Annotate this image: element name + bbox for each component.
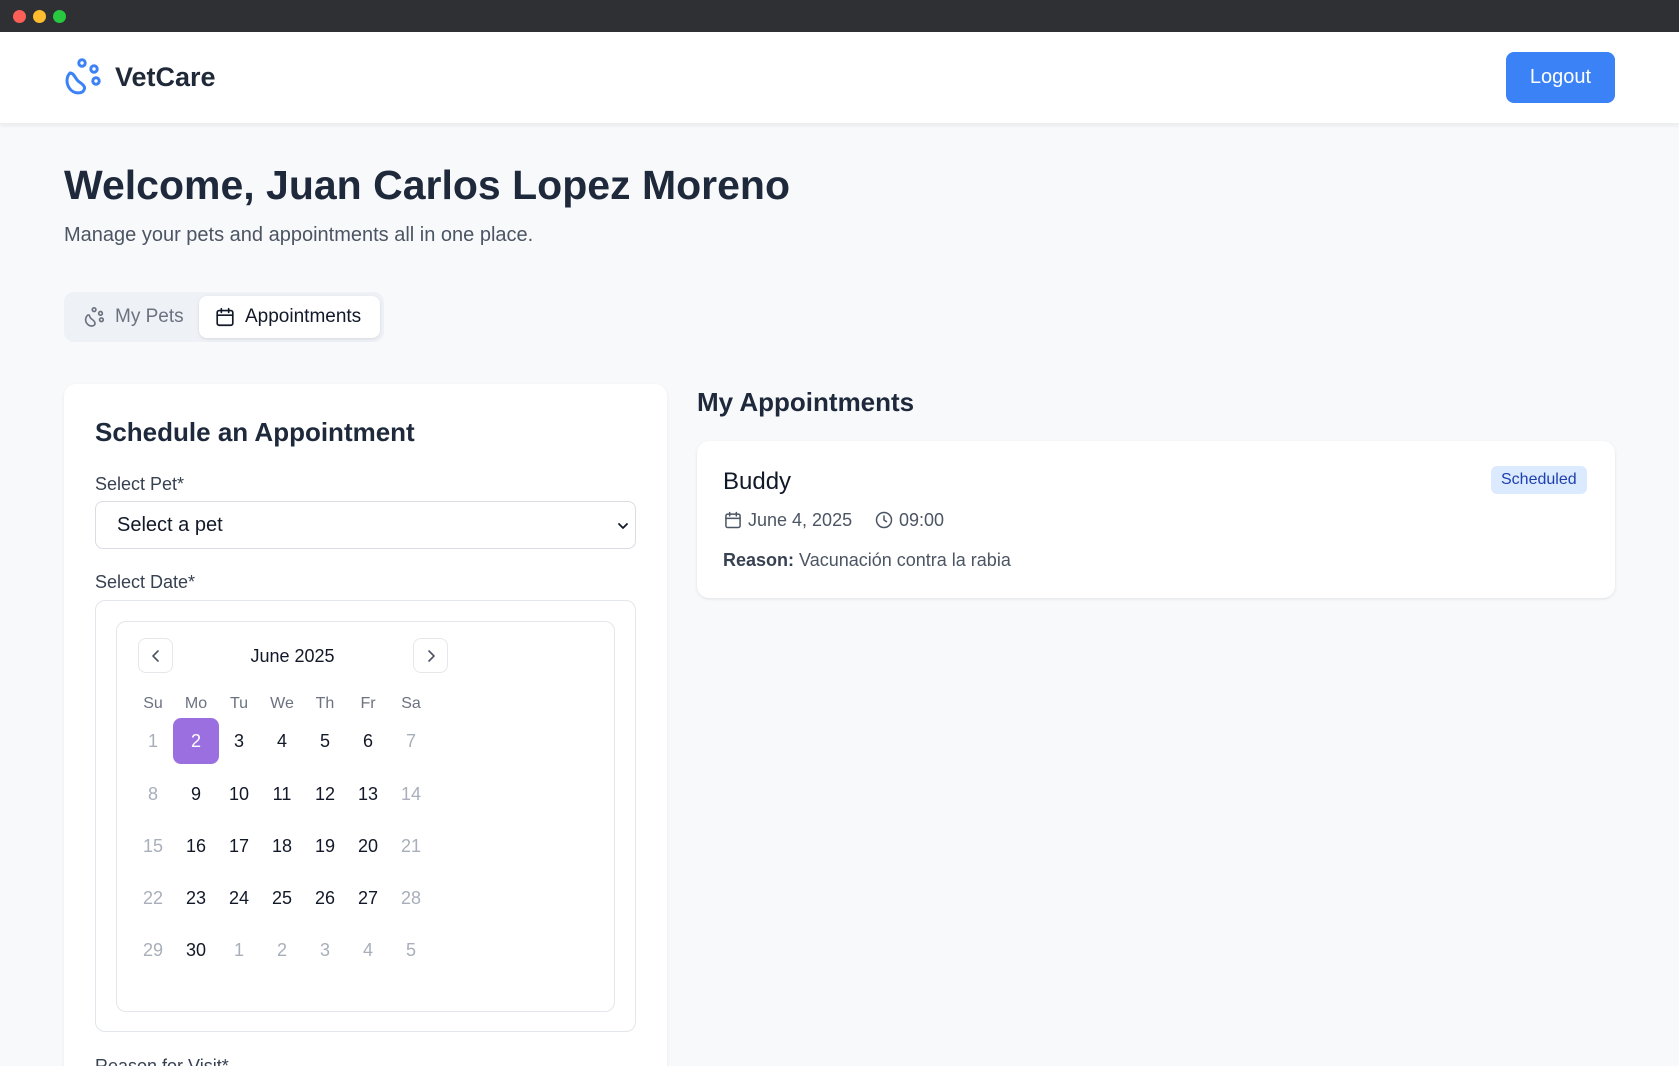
calendar-day[interactable]: 4 <box>345 927 391 973</box>
calendar-day[interactable]: 5 <box>302 718 348 764</box>
window-minimize-button[interactable] <box>33 10 46 23</box>
calendar-day[interactable]: 4 <box>259 718 305 764</box>
window-close-button[interactable] <box>13 10 26 23</box>
tab-bar: My Pets Appointments <box>64 292 384 342</box>
weekday-header: Sa <box>401 695 421 712</box>
weekday-header: We <box>270 695 294 712</box>
calendar-day[interactable]: 28 <box>388 875 434 921</box>
calendar-day[interactable]: 8 <box>130 771 176 817</box>
calendar-day[interactable]: 18 <box>259 823 305 869</box>
tab-label: My Pets <box>115 306 184 327</box>
tab-my-pets[interactable]: My Pets <box>84 296 184 338</box>
previous-month-button[interactable] <box>138 638 173 673</box>
brand-name: VetCare <box>115 61 216 92</box>
calendar-day[interactable]: 27 <box>345 875 391 921</box>
calendar-day[interactable]: 9 <box>173 771 219 817</box>
paw-icon <box>84 307 105 327</box>
calendar-day[interactable]: 23 <box>173 875 219 921</box>
chevron-right-icon <box>427 649 435 662</box>
calendar-day[interactable]: 22 <box>130 875 176 921</box>
select-date-label: Select Date* <box>95 572 196 592</box>
weekday-header: Mo <box>184 695 208 712</box>
chevron-down-icon <box>618 523 628 529</box>
calendar-day[interactable]: 1 <box>216 927 262 973</box>
weekday-header: Th <box>315 695 335 712</box>
page-subtitle: Manage your pets and appointments all in… <box>64 224 534 246</box>
status-badge: Scheduled <box>1491 466 1587 494</box>
appointment-date: June 4, 2025 <box>748 510 853 530</box>
pet-select[interactable]: Select a pet <box>95 501 636 549</box>
calendar-icon <box>725 511 741 529</box>
date-picker-container: June 2025 Su Mo Tu We Th Fr Sa 1 2 3 4 5 6 7 8 9 10 11 12 1… <box>95 600 636 1032</box>
page-title: Welcome, Juan Carlos Lopez Moreno <box>64 162 790 208</box>
calendar-day[interactable]: 11 <box>259 771 305 817</box>
paw-logo-icon <box>65 58 101 95</box>
window-maximize-button[interactable] <box>53 10 66 23</box>
app-header: VetCare Logout <box>0 32 1679 124</box>
calendar-day[interactable]: 30 <box>173 927 219 973</box>
calendar-day[interactable]: 14 <box>388 771 434 817</box>
weekday-header: Tu <box>229 695 249 712</box>
weekday-header: Fr <box>360 695 376 712</box>
calendar-day[interactable]: 15 <box>130 823 176 869</box>
reason-label: Reason: <box>723 550 795 570</box>
calendar-day[interactable]: 24 <box>216 875 262 921</box>
calendar-day[interactable]: 10 <box>216 771 262 817</box>
calendar-day[interactable]: 12 <box>302 771 348 817</box>
calendar-day[interactable]: 16 <box>173 823 219 869</box>
calendar-icon <box>216 307 234 327</box>
calendar-day[interactable]: 1 <box>130 718 176 764</box>
calendar-month-label: June 2025 <box>250 646 335 666</box>
calendar-day[interactable]: 2 <box>259 927 305 973</box>
tab-appointments[interactable]: Appointments <box>199 296 380 338</box>
reason-text: Vacunación contra la rabia <box>799 550 1011 570</box>
reason-label: Reason for Visit* <box>95 1056 229 1066</box>
calendar-day[interactable]: 6 <box>345 718 391 764</box>
calendar-day[interactable]: 26 <box>302 875 348 921</box>
calendar-day[interactable]: 20 <box>345 823 391 869</box>
brand[interactable]: VetCare <box>64 57 216 97</box>
calendar-day[interactable]: 2 <box>173 718 219 764</box>
calendar-day[interactable]: 5 <box>388 927 434 973</box>
clock-icon <box>875 511 893 529</box>
chevron-left-icon <box>151 649 159 662</box>
appointment-reason: Reason: Vacunación contra la rabia <box>723 550 1011 571</box>
logout-button[interactable]: Logout <box>1506 52 1615 103</box>
calendar: June 2025 Su Mo Tu We Th Fr Sa 1 2 3 4 5 6 7 8 9 10 11 12 1… <box>116 621 615 1012</box>
pet-select-value: Select a pet <box>117 514 223 536</box>
tab-label: Appointments <box>245 306 362 327</box>
calendar-day[interactable]: 29 <box>130 927 176 973</box>
window-titlebar <box>0 0 1679 32</box>
appointments-title: My Appointments <box>697 387 915 417</box>
appointment-time: 09:00 <box>899 510 945 530</box>
appointment-pet-name: Buddy <box>723 468 792 495</box>
calendar-day[interactable]: 7 <box>388 718 434 764</box>
next-month-button[interactable] <box>413 638 448 673</box>
calendar-day[interactable]: 3 <box>216 718 262 764</box>
calendar-day[interactable]: 19 <box>302 823 348 869</box>
weekday-header: Su <box>143 695 163 712</box>
calendar-day[interactable]: 21 <box>388 823 434 869</box>
calendar-day[interactable]: 3 <box>302 927 348 973</box>
appointment-card[interactable]: Buddy Scheduled June 4, 2025 09:00 Reaso… <box>697 441 1615 598</box>
calendar-day[interactable]: 17 <box>216 823 262 869</box>
select-pet-label: Select Pet* <box>95 474 185 494</box>
schedule-appointment-card: Schedule an Appointment Select Pet* Sele… <box>64 384 667 1066</box>
schedule-title: Schedule an Appointment <box>95 417 415 447</box>
calendar-day[interactable]: 25 <box>259 875 305 921</box>
calendar-day[interactable]: 13 <box>345 771 391 817</box>
